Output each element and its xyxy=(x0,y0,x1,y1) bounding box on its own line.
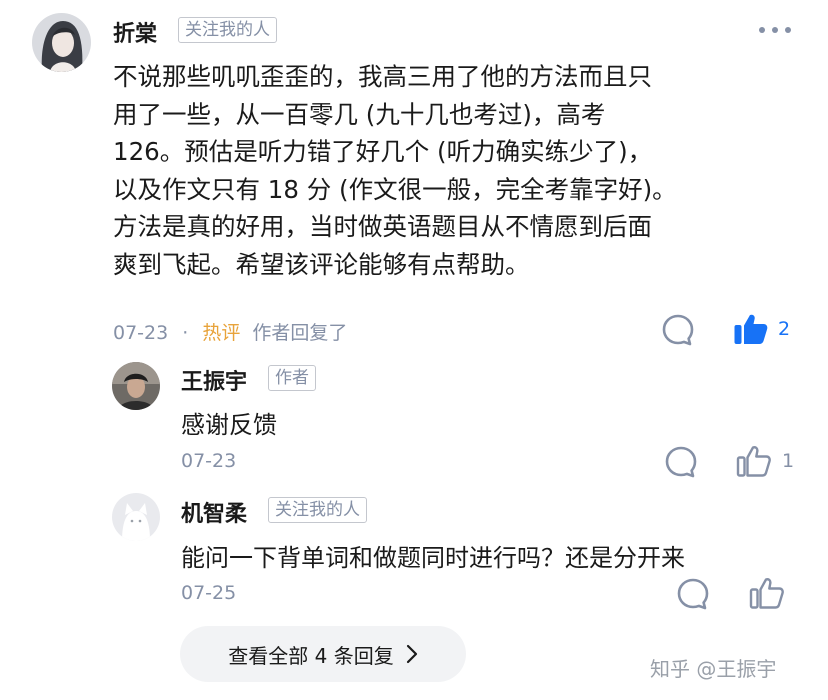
author-replied-label: 作者回复了 xyxy=(252,322,348,344)
reply-author-avatar[interactable] xyxy=(112,362,160,410)
comment-line: 用了一些，从一百零几 (九十几也考过)，高考 xyxy=(113,99,606,129)
hot-comment-label: 热评 xyxy=(202,322,241,344)
chevron-right-icon xyxy=(406,644,418,664)
thumbs-up-icon[interactable] xyxy=(733,312,769,346)
comment-icon[interactable] xyxy=(664,445,698,479)
comment-icon[interactable] xyxy=(676,577,710,611)
comment-icon[interactable] xyxy=(661,313,695,347)
follower-badge: 关注我的人 xyxy=(268,497,367,523)
comment-author-name[interactable]: 折棠 xyxy=(113,16,157,48)
meta-separator: · xyxy=(182,322,189,344)
reply-author-name[interactable]: 王振宇 xyxy=(181,364,247,396)
comment-meta: 07-23 · 热评 作者回复了 xyxy=(113,318,347,345)
reply-date: 07-25 xyxy=(181,582,237,604)
reply-text: 感谢反馈 xyxy=(181,411,277,439)
watermark: 知乎 @王振宇 xyxy=(650,657,777,681)
like-count: 2 xyxy=(778,318,791,340)
follower-badge: 关注我的人 xyxy=(178,17,277,43)
comment-line: 方法是真的好用，当时做英语题目从不情愿到后面 xyxy=(113,212,652,241)
thumbs-up-icon[interactable] xyxy=(736,444,772,478)
comment-line: 126。预估是听力错了好几个 (听力确实练少了)， xyxy=(113,137,653,166)
comment-line: 不说那些叽叽歪歪的，我高三用了他的方法而且只 xyxy=(113,62,652,91)
view-all-replies-button[interactable]: 查看全部 4 条回复 xyxy=(180,626,466,682)
comment-line: 以及作文只有 18 分 (作文很一般，完全考靠字好)。 xyxy=(113,174,677,204)
comment-author-avatar[interactable] xyxy=(32,13,91,72)
reply-date: 07-23 xyxy=(181,450,237,472)
reply-text: 能问一下背单词和做题同时进行吗？还是分开来 xyxy=(181,544,685,572)
reply-author-avatar[interactable] xyxy=(112,493,160,541)
reply-author-name[interactable]: 机智柔 xyxy=(181,496,247,528)
like-count: 1 xyxy=(782,450,795,472)
thumbs-up-icon[interactable] xyxy=(749,576,785,610)
author-badge: 作者 xyxy=(268,365,316,391)
comment-body: 不说那些叽叽歪歪的，我高三用了他的方法而且只 用了一些，从一百零几 (九十几也考… xyxy=(113,58,677,283)
comment-date: 07-23 xyxy=(113,322,169,344)
more-icon[interactable] xyxy=(758,26,792,34)
view-all-replies-label: 查看全部 4 条回复 xyxy=(228,643,394,668)
comment-line: 爽到飞起。希望该评论能够有点帮助。 xyxy=(113,249,530,279)
